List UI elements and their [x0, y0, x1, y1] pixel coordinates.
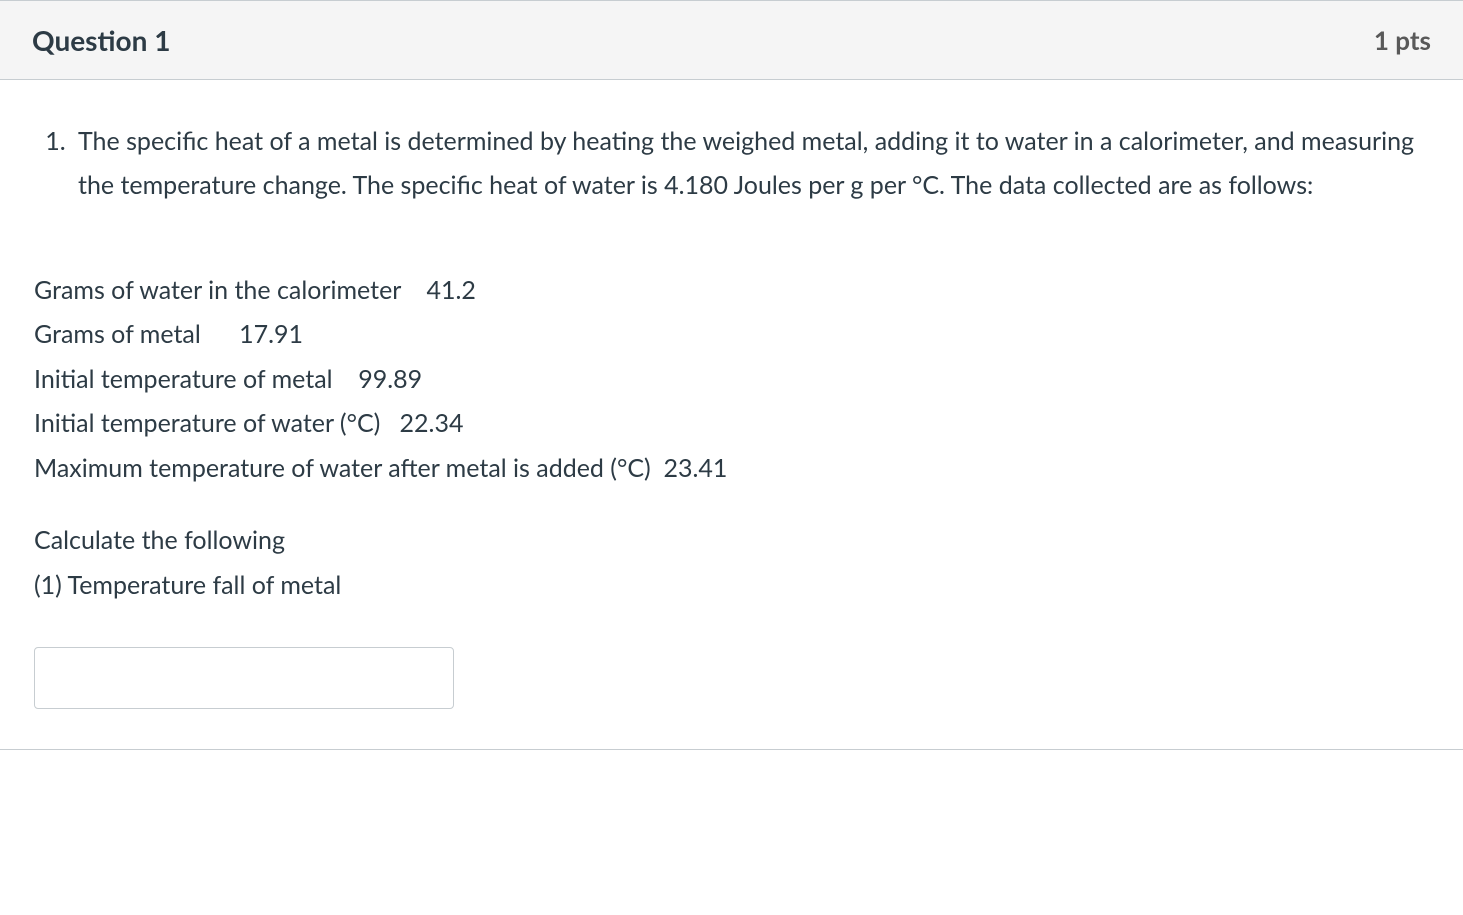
calculate-heading: Calculate the following — [34, 518, 1429, 563]
data-value: 17.91 — [239, 319, 303, 349]
data-row: Initial temperature of water (°C) 22.34 — [34, 401, 1429, 446]
data-value: 23.41 — [664, 453, 728, 483]
question-prompt: The specific heat of a metal is determin… — [34, 120, 1429, 208]
question-title: Question 1 — [32, 19, 170, 61]
data-spacer — [651, 453, 664, 483]
data-label: Maximum temperature of water after metal… — [34, 453, 651, 483]
data-value: 22.34 — [400, 408, 464, 438]
data-block: Grams of water in the calorimeter 41.2 G… — [34, 268, 1429, 491]
data-label: Grams of metal — [34, 319, 201, 349]
data-label: Initial temperature of water (°C) — [34, 408, 380, 438]
calculate-block: Calculate the following (1) Temperature … — [34, 518, 1429, 607]
data-spacer — [401, 275, 427, 305]
data-row: Initial temperature of metal 99.89 — [34, 357, 1429, 402]
answer-input[interactable] — [34, 647, 454, 709]
data-label: Initial temperature of metal — [34, 364, 333, 394]
data-label: Grams of water in the calorimeter — [34, 275, 401, 305]
question-header: Question 1 1 pts — [0, 1, 1463, 80]
question-points: 1 pts — [1374, 21, 1431, 60]
data-value: 41.2 — [426, 275, 475, 305]
data-spacer — [380, 408, 399, 438]
question-prompt-text: The specific heat of a metal is determin… — [72, 120, 1429, 208]
data-row: Grams of metal 17.91 — [34, 312, 1429, 357]
data-value: 99.89 — [358, 364, 422, 394]
question-container: Question 1 1 pts The specific heat of a … — [0, 0, 1463, 750]
question-body: The specific heat of a metal is determin… — [0, 80, 1463, 749]
data-row: Maximum temperature of water after metal… — [34, 446, 1429, 491]
calculate-item: (1) Temperature fall of metal — [34, 563, 1429, 608]
data-spacer — [201, 319, 239, 349]
data-row: Grams of water in the calorimeter 41.2 — [34, 268, 1429, 313]
data-spacer — [333, 364, 359, 394]
